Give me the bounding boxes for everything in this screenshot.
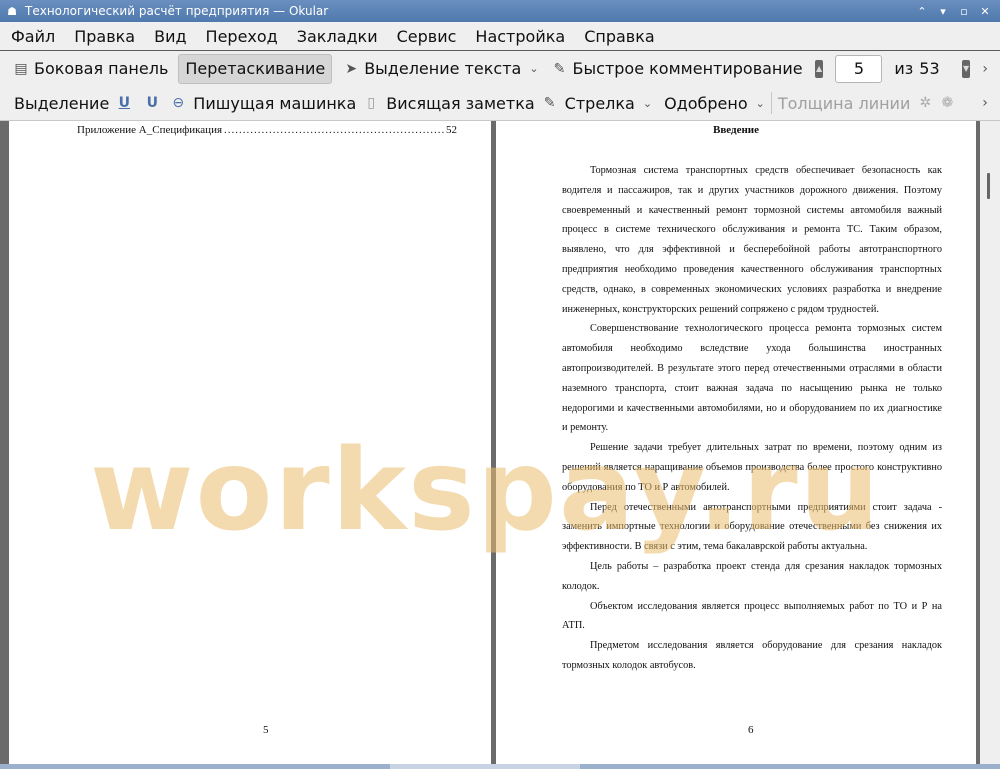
stamp-label: Одобрено (664, 93, 748, 113)
page-5: Приложение А_Спецификация ..............… (9, 121, 491, 764)
chevron-right-icon[interactable]: › (976, 94, 994, 112)
vertical-scrollbar[interactable] (980, 121, 1000, 764)
scrollbar-thumb[interactable] (390, 764, 580, 769)
drag-mode-label: Перетаскивание (185, 59, 326, 78)
menu-edit[interactable]: Правка (63, 27, 143, 46)
quick-annotation-label: Быстрое комментирование (572, 59, 803, 78)
paragraph: Совершенствование технологического проце… (562, 323, 942, 434)
previous-page-icon[interactable]: ▲ (814, 59, 824, 78)
horizontal-scrollbar[interactable] (0, 764, 1000, 769)
underline-icon[interactable]: U (115, 94, 133, 112)
page-6: Введение Тормозная система транспортных … (496, 121, 976, 764)
chevron-down-icon[interactable]: ⌄ (756, 97, 765, 110)
section-heading: Введение (712, 124, 760, 136)
page-number-input[interactable]: 5 (835, 54, 883, 83)
paragraph: Тормозная система транспортных средств о… (562, 165, 942, 315)
toc-entry: Приложение А_Спецификация ..............… (77, 124, 457, 136)
note-icon[interactable]: ▯ (362, 94, 380, 112)
fill-color-icon[interactable]: ❁ (938, 94, 956, 112)
arrow-tool-icon[interactable]: ✎ (541, 94, 559, 112)
next-page-icon[interactable]: ▼ (961, 59, 971, 78)
scrollbar-thumb[interactable] (987, 173, 990, 199)
typewriter-button[interactable]: Пишущая машинка (187, 88, 362, 118)
paragraph: Цель работы – разработка проект стенда д… (562, 560, 942, 592)
page-total: 53 (919, 59, 940, 78)
chevron-down-icon[interactable]: ⌄ (643, 97, 652, 110)
popup-note-label: Висящая заметка (386, 93, 535, 113)
keep-above-icon[interactable]: ⌃ (915, 5, 929, 18)
chevron-down-icon[interactable]: ⌄ (529, 62, 538, 75)
menu-file[interactable]: Файл (0, 27, 63, 46)
page-number: 6 (748, 724, 754, 736)
selection-tool-button[interactable]: Выделение (8, 88, 115, 118)
menu-settings[interactable]: Настройка (464, 27, 573, 46)
text-selection-button[interactable]: ➤ Выделение текста ⌄ (336, 54, 544, 84)
paragraph: Перед отечественными автотранспортными п… (562, 501, 942, 553)
quick-annotation-button[interactable]: ✎ Быстрое комментирование (545, 54, 809, 84)
title-bar: ☗ Технологический расчёт предприятия — O… (0, 0, 1000, 22)
window-controls: ⌃ ▾ ▫ ✕ (915, 5, 992, 18)
toc-entry-page: 52 (446, 124, 457, 136)
line-width-label: Толщина линии (777, 93, 911, 113)
chevron-right-icon[interactable]: › (976, 60, 994, 78)
page-of-label: из (894, 59, 914, 78)
body-text: Тормозная система транспортных средств о… (562, 161, 942, 676)
text-selection-label: Выделение текста (364, 59, 522, 78)
popup-note-button[interactable]: Висящая заметка (380, 88, 540, 118)
annotation-toolbar: Выделение U U ⊖ Пишущая машинка ▯ Висяща… (0, 86, 1000, 121)
toc-leader-dots: ........................................… (224, 124, 444, 136)
document-view[interactable]: Приложение А_Спецификация ..............… (0, 121, 1000, 764)
okular-app-icon: ☗ (7, 4, 17, 18)
minimize-icon[interactable]: ▾ (936, 5, 950, 18)
paragraph: Решение задачи требует длительных затрат… (562, 442, 942, 493)
sidebar-label: Боковая панель (34, 59, 169, 78)
drag-mode-button[interactable]: Перетаскивание (178, 53, 333, 84)
strikeout-icon[interactable]: ⊖ (169, 94, 187, 112)
color-picker-icon[interactable]: ✲ (916, 94, 934, 112)
arrow-label: Стрелка (564, 93, 635, 113)
sidebar-icon: ▤ (14, 60, 28, 77)
menu-go[interactable]: Переход (195, 27, 286, 46)
arrow-button[interactable]: Стрелка ⌄ (559, 88, 658, 118)
stamp-button[interactable]: Одобрено ⌄ (658, 88, 771, 118)
typewriter-label: Пишущая машинка (193, 93, 357, 113)
menu-help[interactable]: Справка (573, 27, 663, 46)
main-toolbar: ▤ Боковая панель Перетаскивание ➤ Выделе… (0, 51, 1000, 86)
window-title: Технологический расчёт предприятия — Oku… (25, 4, 329, 18)
squiggle-underline-icon[interactable]: U (143, 94, 161, 112)
maximize-icon[interactable]: ▫ (957, 5, 971, 18)
page-number: 5 (263, 724, 269, 736)
menu-view[interactable]: Вид (143, 27, 194, 46)
menu-bar: Файл Правка Вид Переход Закладки Сервис … (0, 22, 1000, 50)
cursor-icon: ➤ (345, 60, 358, 77)
sidebar-button[interactable]: ▤ Боковая панель (6, 54, 174, 84)
menu-bookmarks[interactable]: Закладки (286, 27, 386, 46)
menu-tools[interactable]: Сервис (386, 27, 465, 46)
selection-tool-label: Выделение (14, 93, 110, 113)
paragraph: Предметом исследования является оборудов… (562, 640, 942, 671)
paragraph: Объектом исследования является процесс в… (562, 600, 942, 632)
toc-entry-label: Приложение А_Спецификация (77, 124, 223, 136)
close-icon[interactable]: ✕ (978, 5, 992, 18)
line-width-button[interactable]: Толщина линии (772, 88, 917, 118)
pen-icon: ✎ (553, 60, 566, 77)
